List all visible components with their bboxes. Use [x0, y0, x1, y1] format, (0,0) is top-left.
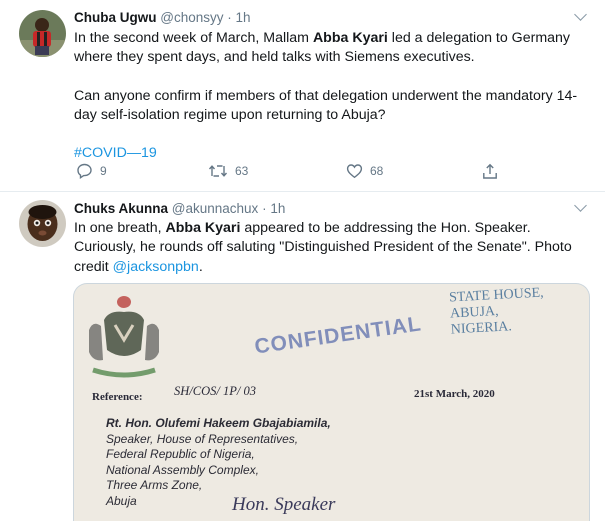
- reply-icon: [77, 163, 92, 179]
- author-handle[interactable]: @akunnachux: [172, 201, 259, 216]
- author-name[interactable]: Chuks Akunna: [74, 201, 168, 216]
- salutation-handwritten: Hon. Speaker: [232, 494, 336, 515]
- separator-dot: ·: [227, 10, 232, 25]
- tweet-header: Chuba Ugwu @chonsyy · 1h: [74, 10, 251, 25]
- text-segment: .: [198, 258, 203, 275]
- tweet-header: Chuks Akunna @akunnachux · 1h: [74, 201, 285, 216]
- reply-count: 9: [100, 164, 107, 178]
- retweet-button[interactable]: 63: [208, 163, 248, 179]
- letter-date: 21st March, 2020: [414, 388, 495, 400]
- hashtag-link[interactable]: #COVID—19: [74, 144, 589, 163]
- separator-dot: ·: [262, 201, 267, 216]
- avatar-chuks-akunna[interactable]: [19, 200, 66, 247]
- tweet-text: In the second week of March, Mallam Abba…: [74, 29, 589, 163]
- chevron-down-icon[interactable]: [574, 199, 587, 212]
- addressee-line: Federal Republic of Nigeria,: [106, 447, 255, 461]
- avatar-chuba-ugwu[interactable]: [19, 10, 66, 57]
- confidential-stamp: CONFIDENTIAL: [253, 312, 424, 359]
- author-name[interactable]: Chuba Ugwu: [74, 10, 157, 25]
- share-button[interactable]: [482, 163, 498, 180]
- share-icon: [483, 163, 497, 179]
- tweet-paragraph: In the second week of March, Mallam Abba…: [74, 29, 589, 68]
- reply-button[interactable]: 9: [76, 163, 107, 179]
- text-segment: In the second week of March, Mallam: [74, 30, 313, 46]
- addressee-line: Three Arms Zone,: [106, 478, 203, 492]
- tweet-photo[interactable]: CONFIDENTIAL STATE HOUSE, ABUJA, NIGERIA…: [73, 283, 590, 521]
- author-handle[interactable]: @chonsyy: [160, 10, 223, 25]
- addressee-line: Rt. Hon. Olufemi Hakeem Gbajabiamila,: [106, 416, 331, 430]
- chevron-down-icon[interactable]: [574, 8, 587, 21]
- tweet-actions: 9 63 68: [74, 163, 514, 183]
- addressee-line: National Assembly Complex,: [106, 462, 259, 477]
- tweet-text: In one breath, Abba Kyari appeared to be…: [74, 219, 589, 277]
- addressee-line: Speaker, House of Representatives,: [106, 431, 299, 446]
- retweet-count: 63: [235, 164, 249, 178]
- coat-of-arms-icon: [89, 296, 159, 378]
- retweet-icon: [208, 165, 228, 177]
- reference-label: Reference:: [92, 391, 143, 403]
- like-count: 68: [370, 164, 384, 178]
- like-button[interactable]: 68: [346, 163, 383, 179]
- timestamp[interactable]: 1h: [236, 10, 251, 25]
- mention-link[interactable]: @jacksonpbn: [113, 259, 199, 275]
- text-segment: In one breath,: [74, 220, 166, 236]
- reference-number: SH/COS/ 1P/ 03: [174, 384, 256, 398]
- tweet-1[interactable]: Chuba Ugwu @chonsyy · 1h In the second w…: [0, 0, 605, 192]
- bold-name: Abba Kyari: [165, 220, 241, 236]
- heart-icon: [346, 164, 363, 179]
- bold-name: Abba Kyari: [312, 30, 388, 46]
- letter-image: CONFIDENTIAL STATE HOUSE, ABUJA, NIGERIA…: [74, 284, 589, 521]
- tweet-paragraph: Can anyone confirm if members of that de…: [74, 87, 578, 124]
- state-house-address: STATE HOUSE, ABUJA, NIGERIA.: [449, 286, 546, 339]
- timestamp[interactable]: 1h: [270, 201, 285, 216]
